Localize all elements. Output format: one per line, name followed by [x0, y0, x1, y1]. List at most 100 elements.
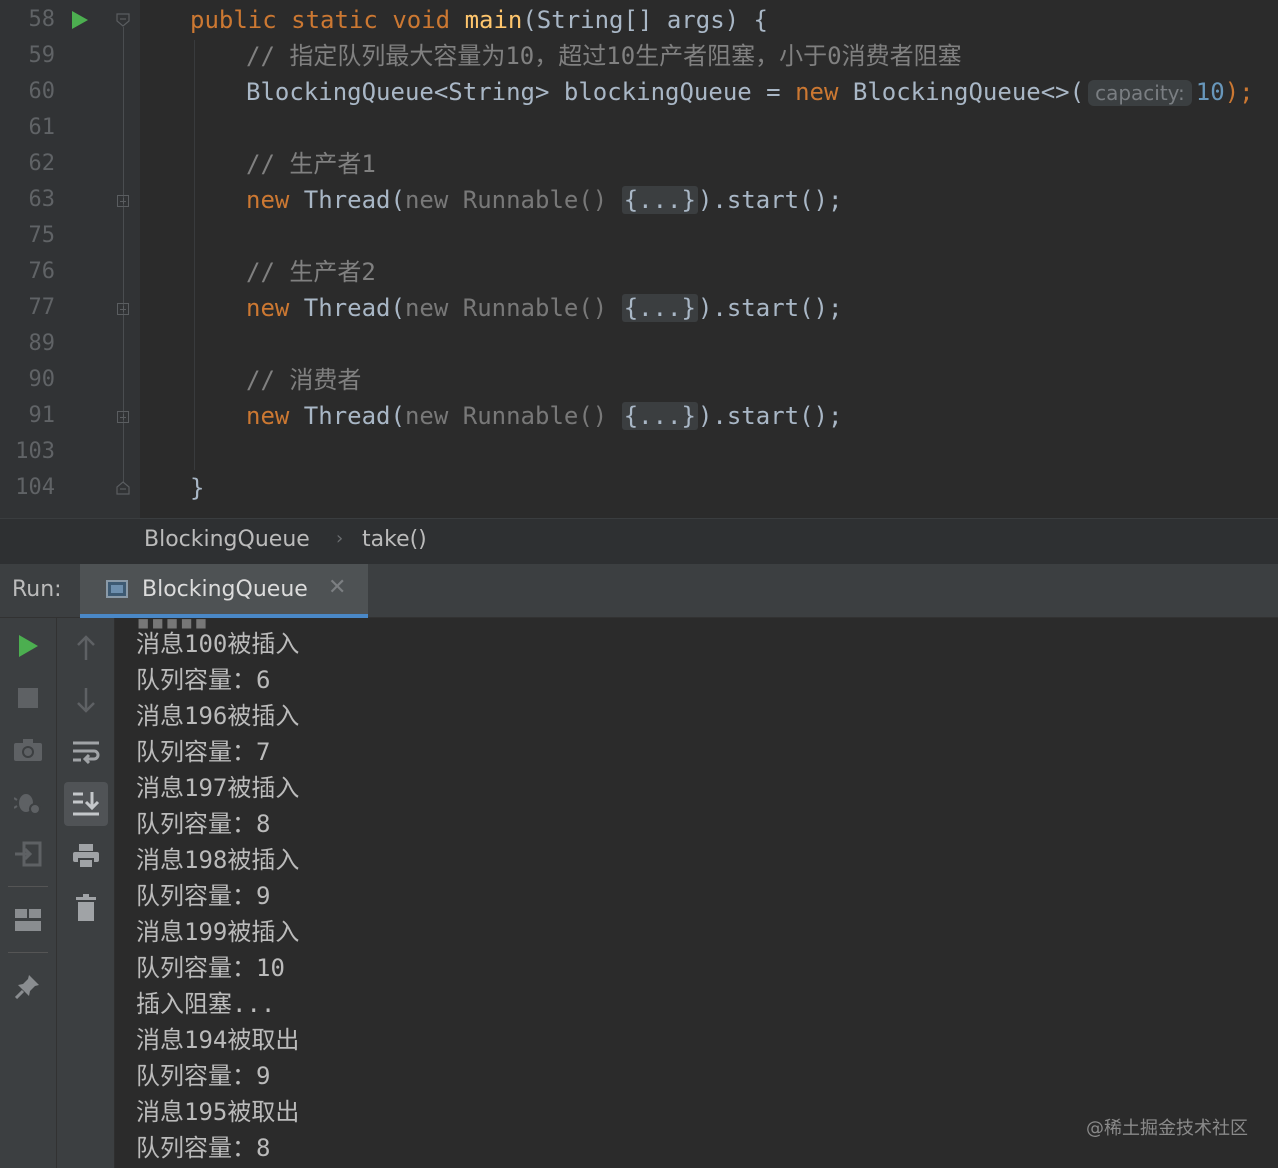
code-line-60: BlockingQueue<String> blockingQueue = ne… [246, 74, 1254, 111]
code-line-62: // 生产者1 [246, 146, 376, 182]
code-text: ).start(); [697, 294, 843, 322]
run-tab-blockingqueue[interactable]: BlockingQueue ✕ [80, 564, 368, 618]
bug-gear-icon [14, 794, 41, 815]
keyword: new [246, 186, 290, 214]
scroll-down-button[interactable] [66, 680, 106, 720]
layout-button[interactable] [8, 900, 48, 940]
layout-icon [15, 909, 41, 931]
keyword: void [392, 6, 451, 34]
debug-settings-button[interactable] [8, 782, 48, 822]
toolbar-separator [8, 952, 48, 953]
run-tool-window-header: Run: BlockingQueue ✕ [0, 564, 1278, 618]
line-number: 104 [15, 475, 55, 500]
scroll-up-button[interactable] [66, 628, 106, 668]
code-text: ).start(); [697, 402, 843, 430]
run-tab-title: BlockingQueue [142, 577, 308, 602]
number-literal: 10 [1195, 78, 1225, 106]
pin-tab-button[interactable] [8, 966, 48, 1006]
code-text: (String[] args) { [522, 6, 768, 34]
fold-expand-icon[interactable] [117, 195, 129, 207]
console-icon [106, 580, 128, 598]
run-main-icon[interactable] [72, 11, 88, 29]
code-line-59: // 指定队列最大容量为10，超过10生产者阻塞，小于0消费者阻塞 [246, 38, 962, 74]
soft-wrap-button[interactable] [66, 732, 106, 772]
method-name: main [464, 6, 523, 34]
code-text: ).start(); [697, 186, 843, 214]
folded-block[interactable]: {...} [621, 402, 698, 430]
keyword: static [291, 6, 378, 34]
code-text: new Runnable() [404, 294, 608, 322]
console-line: 插入阻塞... [136, 990, 276, 1018]
comment: // 生产者2 [246, 258, 376, 286]
pin-icon [15, 975, 39, 999]
restore-layout-button[interactable] [8, 834, 48, 874]
line-number: 60 [28, 79, 56, 104]
keyword: new [246, 402, 290, 430]
camera-icon [14, 739, 42, 761]
code-text: ); [1224, 78, 1254, 106]
print-button[interactable] [66, 836, 106, 876]
line-number: 90 [28, 367, 56, 392]
code-line-76: // 生产者2 [246, 254, 376, 290]
keyword: new [795, 78, 839, 106]
closing-brace: } [190, 474, 205, 502]
arrow-down-icon [77, 688, 95, 713]
breadcrumb: BlockingQueue › take() [0, 518, 1278, 564]
fold-end-icon[interactable] [116, 481, 130, 495]
comment: // 生产者1 [246, 150, 376, 178]
arrow-up-icon [77, 635, 95, 660]
editor-gutter: 58 59 60 61 62 63 75 76 77 89 90 91 103 … [0, 0, 140, 518]
code-text: BlockingQueue<String> blockingQueue = [246, 78, 796, 106]
line-number: 76 [28, 259, 56, 284]
line-number: 63 [28, 187, 56, 212]
breadcrumb-method[interactable]: take() [362, 527, 427, 552]
printer-icon [73, 844, 99, 869]
clear-all-button[interactable] [66, 888, 106, 928]
console-line: 队列容量：7 [136, 738, 271, 766]
folded-block[interactable]: {...} [621, 186, 698, 214]
console-line: 队列容量：8 [136, 1134, 271, 1162]
line-number: 61 [28, 115, 56, 140]
scroll-to-end-button[interactable] [64, 782, 108, 826]
stop-button[interactable] [8, 678, 48, 718]
line-number: 91 [28, 403, 56, 428]
soft-wrap-icon [73, 741, 100, 765]
console-line: 队列容量：10 [136, 954, 285, 982]
watermark: @稀土掘金技术社区 [1086, 1118, 1248, 1139]
code-text: new Runnable() [404, 402, 608, 430]
line-number: 77 [28, 295, 56, 320]
dump-threads-button[interactable] [8, 730, 48, 770]
code-editor[interactable]: 58 59 60 61 62 63 75 76 77 89 90 91 103 … [0, 0, 1278, 518]
comment: // 消费者 [246, 366, 362, 394]
code-line-91: new Thread(new Runnable() {...}).start()… [246, 398, 842, 434]
parameter-hint: capacity: [1088, 80, 1192, 106]
rerun-button[interactable] [8, 626, 48, 666]
fold-expand-icon[interactable] [117, 411, 129, 423]
code-text: Thread( [289, 294, 405, 322]
close-icon[interactable]: ✕ [328, 575, 346, 600]
console-output[interactable]: ▪▪▪▪▪ 消息100被插入 队列容量：6 消息196被插入 队列容量：7 消息… [115, 618, 1278, 1168]
console-line: 消息197被插入 [136, 774, 300, 802]
code-line-58: public static void main(String[] args) { [190, 2, 768, 38]
line-number: 59 [28, 43, 56, 68]
console-line: 消息195被取出 [136, 1098, 300, 1126]
run-toolbar-secondary [57, 618, 115, 1168]
breadcrumb-class[interactable]: BlockingQueue [144, 527, 310, 552]
line-number: 58 [28, 7, 56, 32]
code-line-77: new Thread(new Runnable() {...}).start()… [246, 290, 842, 326]
folded-block[interactable]: {...} [621, 294, 698, 322]
fold-expand-icon[interactable] [117, 303, 129, 315]
console-line: 队列容量：9 [136, 882, 271, 910]
toolbar-separator [8, 886, 48, 887]
console-line: 队列容量：9 [136, 1062, 271, 1090]
console-line: 消息198被插入 [136, 846, 300, 874]
line-number: 75 [28, 223, 56, 248]
fold-collapse-icon[interactable] [116, 13, 130, 27]
console-line: 消息194被取出 [136, 1026, 300, 1054]
code-line-90: // 消费者 [246, 362, 361, 398]
code-text: BlockingQueue<>( [838, 78, 1085, 106]
console-line: 消息199被插入 [136, 918, 300, 946]
line-number: 89 [28, 331, 56, 356]
line-number: 103 [15, 439, 55, 464]
login-arrow-icon [15, 841, 42, 867]
